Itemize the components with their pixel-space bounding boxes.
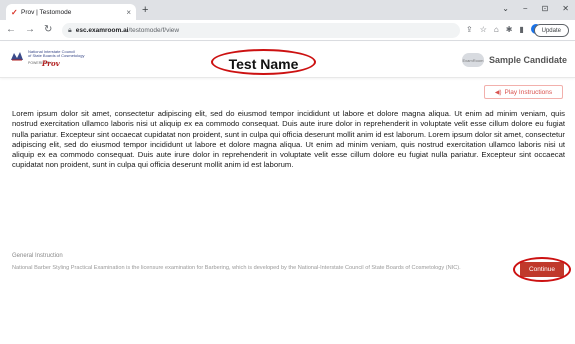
maximize-icon[interactable]: ⊡ <box>542 4 549 13</box>
minimize-icon[interactable]: − <box>523 4 528 13</box>
logo-line-2: of State Boards of Cosmetology <box>28 53 85 58</box>
nic-emblem-icon <box>11 52 23 61</box>
url-path: /testomode/f/view <box>128 27 180 34</box>
avatar: ExamRoom <box>461 53 484 67</box>
speaker-icon: ◀︎) <box>494 89 502 96</box>
candidate-info: ExamRoom Sample Candidate <box>461 53 567 67</box>
page-header: National Interstate Council of State Boa… <box>0 42 575 78</box>
tab-title: Prov | Testomode <box>21 8 72 16</box>
browser-tabstrip: ✓ Prov | Testomode × + ⌄ − ⊡ ✕ <box>0 0 575 20</box>
navigation-buttons: ← → ↻ <box>6 24 52 36</box>
sidebar-icon[interactable]: ▮ <box>519 25 523 34</box>
bookmark-star-icon[interactable]: ☆ <box>480 25 487 34</box>
reload-icon[interactable]: ↻ <box>44 24 52 36</box>
continue-button[interactable]: Continue <box>520 262 564 277</box>
browser-toolbar: ← → ↻ 🔒︎ esc.examroom.ai/testomode/f/vie… <box>0 20 575 41</box>
nic-logo: National Interstate Council of State Boa… <box>10 50 100 70</box>
page-title: Test Name <box>228 56 299 72</box>
tab-search-icon[interactable]: ⌄ <box>502 4 509 13</box>
new-tab-button[interactable]: + <box>142 4 148 16</box>
url-host: esc.examroom.ai <box>75 27 129 34</box>
general-instruction-title: General Instruction <box>12 253 63 259</box>
general-instruction-text: National Barber Styling Practical Examin… <box>12 265 461 271</box>
close-icon[interactable]: × <box>126 8 131 17</box>
window-close-icon[interactable]: ✕ <box>562 4 569 13</box>
share-icon[interactable]: ⇪ <box>466 25 473 34</box>
forward-arrow-icon[interactable]: → <box>25 24 35 36</box>
window-controls: ⌄ − ⊡ ✕ <box>502 4 569 13</box>
extension-icon[interactable]: ⌂ <box>494 25 499 34</box>
puzzle-icon[interactable]: ✱ <box>506 25 513 34</box>
back-arrow-icon[interactable]: ← <box>6 24 16 36</box>
url-text: esc.examroom.ai/testomode/f/view <box>76 27 179 34</box>
lock-icon[interactable]: 🔒︎ <box>68 27 72 35</box>
candidate-name: Sample Candidate <box>488 55 567 65</box>
update-button[interactable]: Update <box>533 24 569 37</box>
browser-tab[interactable]: ✓ Prov | Testomode × <box>6 4 136 20</box>
check-icon: ✓ <box>11 7 18 17</box>
toolbar-icons: ⇪ ☆ ⌂ ✱ ▮ ● <box>466 24 541 34</box>
logo-brand: Prov <box>42 59 60 68</box>
instruction-passage: Lorem ipsum dolor sit amet, consectetur … <box>12 109 565 170</box>
play-instructions-label: Play Instructions <box>504 88 553 96</box>
play-instructions-button[interactable]: ◀︎) Play Instructions <box>484 85 563 99</box>
address-bar[interactable]: 🔒︎ esc.examroom.ai/testomode/f/view <box>62 23 460 38</box>
